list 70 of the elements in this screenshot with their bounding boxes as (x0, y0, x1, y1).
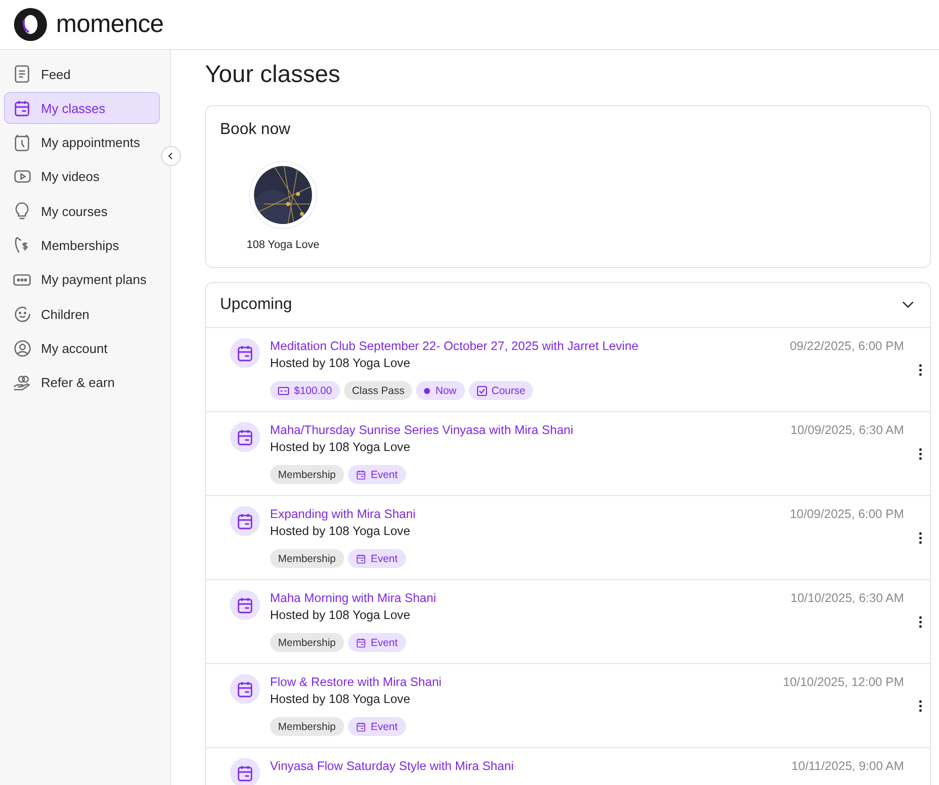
ticket-icon (278, 386, 289, 394)
tag: Class Pass (344, 381, 412, 400)
dollar-hand-icon (14, 236, 30, 254)
child-face-icon (14, 306, 30, 323)
class-link[interactable]: Expanding with Mira Shani (270, 506, 416, 523)
host-text: Hosted by 108 Yoga Love (270, 607, 410, 624)
class-link[interactable]: Meditation Club September 22- October 27, 2025 with Jarret Levine (270, 338, 638, 355)
date-text: 09/22/2025, 6:00 PM (790, 338, 904, 355)
date-text: 10/09/2025, 6:00 PM (790, 506, 904, 523)
calendar-icon (356, 554, 366, 564)
page-title: Your classes (205, 60, 342, 90)
host-text: Hosted by 108 Yoga Love (270, 355, 410, 372)
class-link[interactable]: Vinyasa Flow Saturday Style with Mira Shani (270, 758, 514, 775)
tag: $100.00 (270, 381, 340, 400)
date-text: 10/09/2025, 6:30 AM (790, 422, 904, 439)
sidebar-item[interactable]: Children (4, 298, 160, 330)
calendar-avatar-icon (230, 338, 260, 368)
video-icon (14, 170, 30, 184)
card-title: Book now (219, 120, 292, 140)
lightbulb-icon (15, 202, 29, 220)
user-icon (14, 340, 30, 357)
calendar-icon (356, 470, 366, 480)
tag: Membership (270, 549, 344, 568)
host-text: Hosted by 108 Yoga Love (270, 523, 410, 540)
section-title: Upcoming (220, 296, 292, 314)
chevron-left-icon (167, 152, 175, 160)
tag: Course (468, 381, 534, 400)
class-link[interactable]: Maha/Thursday Sunrise Series Vinyasa with Mira Shani (270, 422, 574, 439)
date-text: 10/10/2025, 6:30 AM (790, 590, 904, 607)
calendar-avatar-icon (230, 590, 260, 620)
host-text: Hosted by 108 Yoga Love (270, 691, 410, 708)
tag: Membership (270, 633, 344, 652)
hand-gift-icon (13, 374, 31, 392)
payment-card-icon (13, 274, 31, 286)
tag: Now (416, 381, 464, 400)
host-text: Hosted by 108 Yoga Love (270, 439, 410, 456)
clock-icon (14, 134, 30, 152)
tag: Event (348, 633, 406, 652)
calendar-avatar-icon (230, 422, 260, 452)
sidebar-item[interactable]: My payment plans (4, 264, 160, 296)
sidebar-item[interactable]: My account (4, 332, 160, 364)
tag: Event (348, 717, 406, 736)
sidebar-item[interactable]: Memberships (4, 229, 160, 262)
calendar-icon (356, 722, 366, 732)
tag: Event (348, 465, 406, 484)
collapse-button[interactable] (161, 146, 181, 166)
class-link[interactable]: Maha Morning with Mira Shani (270, 590, 436, 607)
sidebar-item[interactable]: My courses (4, 195, 160, 228)
calendar-avatar-icon (230, 674, 260, 704)
date-text: 10/10/2025, 12:00 PM (782, 674, 904, 691)
sidebar-item[interactable]: My classes (4, 92, 160, 124)
calendar-avatar-icon (230, 758, 260, 785)
class-link[interactable]: Flow & Restore with Mira Shani (270, 674, 442, 691)
tag: Event (348, 549, 406, 568)
checkbox-icon (476, 386, 486, 396)
sidebar-item[interactable]: Feed (4, 58, 160, 90)
dot-icon (424, 388, 430, 394)
logo-icon (14, 8, 47, 41)
sidebar-item[interactable]: Refer & earn (4, 366, 160, 399)
tag: Membership (270, 465, 344, 484)
studio-name: 108 Yoga Love (246, 239, 320, 251)
sidebar-item[interactable]: My videos (4, 160, 160, 193)
date-text: 10/11/2025, 9:00 AM (791, 758, 904, 775)
calendar-icon (356, 638, 366, 648)
calendar-icon (14, 100, 30, 117)
brand-name: momence (56, 10, 164, 39)
tag: Membership (270, 717, 344, 736)
document-icon (14, 65, 30, 83)
sidebar-item[interactable]: My appointments (4, 126, 160, 159)
calendar-avatar-icon (230, 506, 260, 536)
